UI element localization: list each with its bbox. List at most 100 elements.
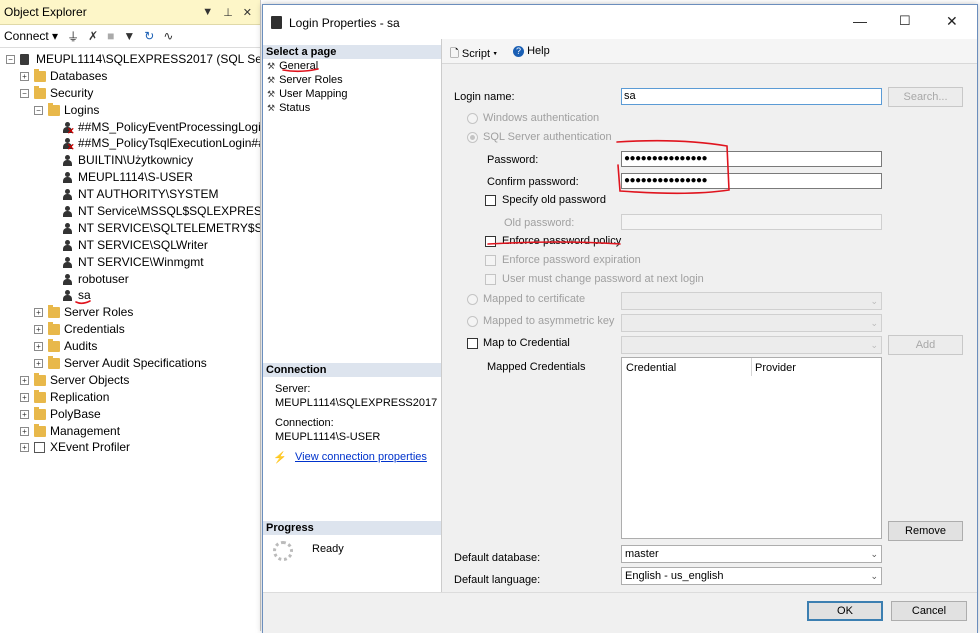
tree-node[interactable]: NT SERVICE\SQLTELEMETRY$SQLEX xyxy=(0,220,260,237)
credential-combo[interactable]: ⌄ xyxy=(621,336,882,354)
disconnect-icon[interactable]: ✗ xyxy=(88,29,98,43)
user-icon xyxy=(62,290,74,302)
tree-node[interactable]: + XEvent Profiler xyxy=(0,439,260,456)
login-name-input[interactable]: sa xyxy=(621,88,882,105)
page-server-roles[interactable]: ⚒ Server Roles xyxy=(267,73,343,87)
collapse-icon[interactable]: − xyxy=(34,105,43,115)
asymmetric-key-combo[interactable]: ⌄ xyxy=(621,314,882,332)
tree-node[interactable]: NT SERVICE\SQLWriter xyxy=(0,237,260,254)
search-button[interactable]: Search... xyxy=(888,87,963,107)
mapped-asymmetric-key-radio[interactable] xyxy=(467,316,478,327)
confirm-password-input[interactable]: ●●●●●●●●●●●●●●● xyxy=(621,173,882,189)
default-language-combo[interactable]: English - us_english ⌄ xyxy=(621,567,882,585)
connect-button[interactable]: Connect ▾ xyxy=(4,29,58,43)
page-general[interactable]: ⚒ General xyxy=(267,59,318,73)
ok-button[interactable]: OK xyxy=(807,601,883,621)
old-password-input[interactable] xyxy=(621,214,882,230)
login-properties-dialog: Login Properties - sa — ☐ ✕ Select a pag… xyxy=(262,4,978,633)
map-to-credential-checkbox[interactable] xyxy=(467,338,478,349)
user-icon xyxy=(62,206,74,218)
tree-node[interactable]: robotuser xyxy=(0,271,260,288)
expand-icon[interactable]: + xyxy=(20,375,29,385)
collapse-icon[interactable]: − xyxy=(6,55,15,64)
collapse-icon[interactable]: − xyxy=(20,88,29,98)
dropdown-icon[interactable]: ▼ xyxy=(202,6,213,19)
tree-node-label: Server Objects xyxy=(50,372,130,387)
expand-icon[interactable]: + xyxy=(20,409,29,419)
tree-node[interactable]: + PolyBase xyxy=(0,406,260,423)
expand-icon[interactable]: + xyxy=(34,359,43,369)
filter-icon[interactable]: ■ xyxy=(107,29,114,43)
folder-icon xyxy=(34,406,46,420)
tree-node[interactable]: ✕ ##MS_PolicyTsqlExecutionLogin## xyxy=(0,135,260,152)
remove-button[interactable]: Remove xyxy=(888,521,963,541)
expand-icon[interactable]: + xyxy=(34,325,43,335)
windows-auth-radio[interactable] xyxy=(467,113,478,124)
tree-node[interactable]: NT SERVICE\Winmgmt xyxy=(0,254,260,271)
tree-node[interactable]: NT Service\MSSQL$SQLEXPRESS20 xyxy=(0,203,260,220)
tree-node[interactable]: + Databases xyxy=(0,68,260,85)
page-status[interactable]: ⚒ Status xyxy=(267,101,310,115)
tree-node-label: MEUPL1114\S-USER xyxy=(78,170,193,185)
tree-node[interactable]: − Security xyxy=(0,85,260,102)
must-change-password-checkbox[interactable] xyxy=(485,274,496,285)
connect-icon[interactable]: ⏚ xyxy=(67,28,79,45)
view-connection-properties-link[interactable]: View connection properties xyxy=(295,451,427,463)
connection-value: MEUPL1114\S-USER xyxy=(275,431,381,443)
tree-node[interactable]: + Server Audit Specifications xyxy=(0,355,260,372)
default-database-label: Default database: xyxy=(454,552,541,564)
tree-node[interactable]: ✕ ##MS_PolicyEventProcessingLogin# xyxy=(0,119,260,136)
expand-icon[interactable]: + xyxy=(34,342,43,352)
enforce-password-policy-checkbox[interactable] xyxy=(485,236,496,247)
tree-node[interactable]: sa xyxy=(0,287,260,304)
certificate-combo[interactable]: ⌄ xyxy=(621,292,882,310)
tree-node[interactable]: + Server Roles xyxy=(0,304,260,321)
tree-node[interactable]: + Server Objects xyxy=(0,372,260,389)
filter-settings-icon[interactable]: ▼ xyxy=(123,29,135,43)
mapped-certificate-label: Mapped to certificate xyxy=(483,293,586,305)
password-input[interactable]: ●●●●●●●●●●●●●●● xyxy=(621,151,882,167)
mapped-certificate-radio[interactable] xyxy=(467,294,478,305)
enforce-expiration-checkbox[interactable] xyxy=(485,255,496,266)
tree-node[interactable]: NT AUTHORITY\SYSTEM xyxy=(0,186,260,203)
expand-icon[interactable]: + xyxy=(20,426,29,436)
folder-icon xyxy=(48,305,60,319)
script-button[interactable]: 🗋 Script ▾ xyxy=(450,45,497,64)
close-icon[interactable]: ✕ xyxy=(243,6,252,19)
help-button[interactable]: ? Help xyxy=(513,45,550,57)
tree-node[interactable]: + Audits xyxy=(0,338,260,355)
default-language-label: Default language: xyxy=(454,574,541,586)
dialog-close-icon[interactable]: ✕ xyxy=(946,13,958,30)
activity-monitor-icon[interactable]: ∿ xyxy=(163,29,173,43)
expand-icon[interactable]: + xyxy=(20,443,29,453)
folder-icon xyxy=(34,68,46,82)
pin-icon[interactable]: ⊥ xyxy=(223,6,233,19)
tree-node[interactable]: − MEUPL1114\SQLEXPRESS2017 (SQL Server 1 xyxy=(0,51,260,68)
folder-icon xyxy=(48,102,60,116)
credential-column-header[interactable]: Credential xyxy=(626,362,676,374)
dialog-app-icon xyxy=(271,16,282,29)
specify-old-password-checkbox[interactable] xyxy=(485,195,496,206)
tree-node[interactable]: MEUPL1114\S-USER xyxy=(0,169,260,186)
tree-node-label: ##MS_PolicyEventProcessingLogin# xyxy=(78,119,261,134)
maximize-icon[interactable]: ☐ xyxy=(899,13,911,29)
sql-auth-radio[interactable] xyxy=(467,132,478,143)
tree-node[interactable]: + Replication xyxy=(0,389,260,406)
refresh-icon[interactable]: ↻ xyxy=(144,29,154,43)
page-user-mapping[interactable]: ⚒ User Mapping xyxy=(267,87,348,101)
provider-column-header[interactable]: Provider xyxy=(755,362,796,374)
minimize-icon[interactable]: — xyxy=(853,13,867,29)
mapped-credentials-grid[interactable]: Credential Provider xyxy=(621,357,882,539)
tree-node[interactable]: − Logins xyxy=(0,102,260,119)
add-button[interactable]: Add xyxy=(888,335,963,355)
expand-icon[interactable]: + xyxy=(20,392,29,402)
default-database-combo[interactable]: master ⌄ xyxy=(621,545,882,563)
tree-node[interactable]: + Credentials xyxy=(0,321,260,338)
server-label: Server: xyxy=(275,383,311,395)
expand-icon[interactable]: + xyxy=(34,308,43,318)
cancel-button[interactable]: Cancel xyxy=(891,601,967,621)
tree-node[interactable]: BUILTIN\Użytkownicy xyxy=(0,152,260,169)
tree-node[interactable]: + Management xyxy=(0,423,260,440)
expand-icon[interactable]: + xyxy=(20,71,29,81)
column-divider xyxy=(751,358,752,376)
